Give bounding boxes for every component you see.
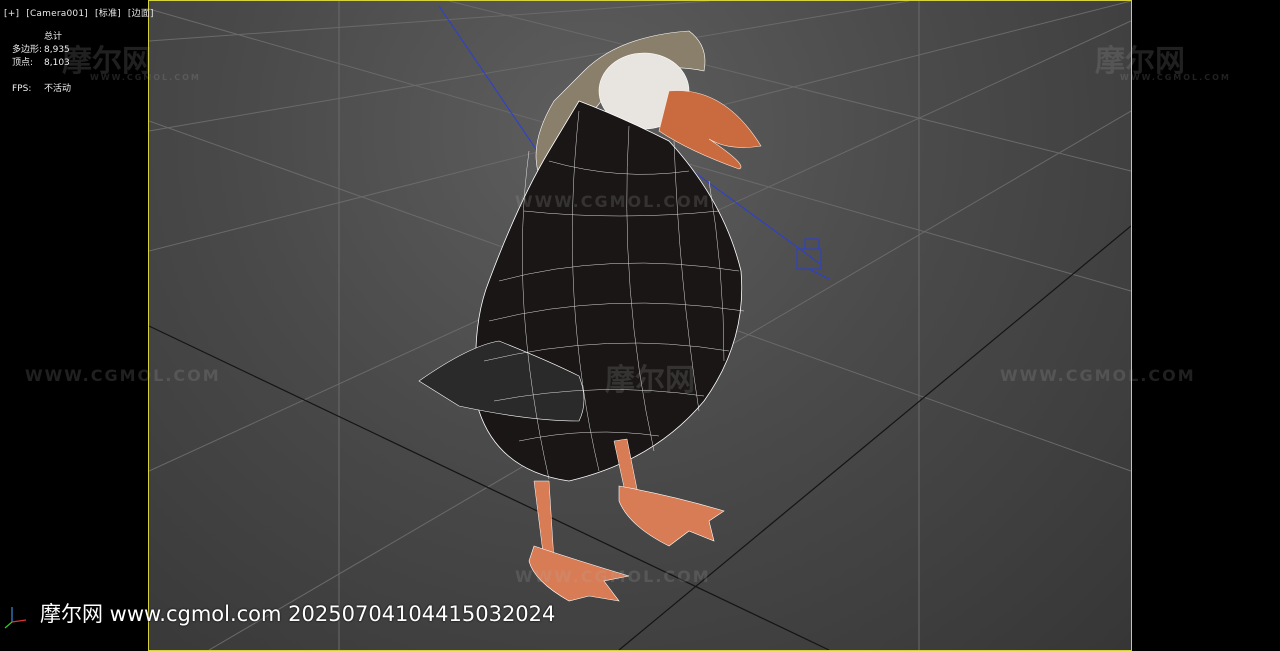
camera-safe-frame[interactable] [148,0,1132,651]
watermark-caption: 摩尔网 www.cgmol.com 20250704104415032024 [40,602,556,626]
viewport-shading-menu[interactable]: [标准] [95,9,121,19]
viewport-right-bar [1131,0,1280,651]
watermark-url-small: WWW.CGMOL.COM [90,73,201,82]
axis-tripod-icon [4,607,27,629]
stats-vertices-label: 顶点: [12,58,34,68]
stats-fps-row: FPS: 不活动 [12,83,71,96]
puffin-model[interactable] [418,30,762,602]
viewport-camera-menu[interactable]: [Camera001] [26,9,88,19]
watermark-url: WWW.CGMOL.COM [515,567,711,586]
viewport-edges-menu[interactable]: [边面] [128,9,154,19]
stats-polygons-label: 多边形: [12,45,43,55]
watermark-url: WWW.CGMOL.COM [515,192,711,211]
3d-viewport[interactable]: [+] [Camera001] [标准] [边面] 总计 多边形: 8,935 … [0,0,1280,651]
viewport-general-menu[interactable]: [+] [4,9,19,19]
watermark-url: WWW.CGMOL.COM [25,366,221,385]
stats-fps-value: 不活动 [44,84,72,94]
viewport-label-menu: [+] [Camera001] [标准] [边面] [4,6,158,19]
watermark-logo: 摩尔网 [605,363,695,398]
watermark-url-small: WWW.CGMOL.COM [1120,73,1231,82]
stats-fps-label: FPS: [12,84,32,94]
viewport-left-bar [0,0,148,651]
scene-canvas[interactable] [149,1,1131,650]
watermark-url: WWW.CGMOL.COM [1000,366,1196,385]
